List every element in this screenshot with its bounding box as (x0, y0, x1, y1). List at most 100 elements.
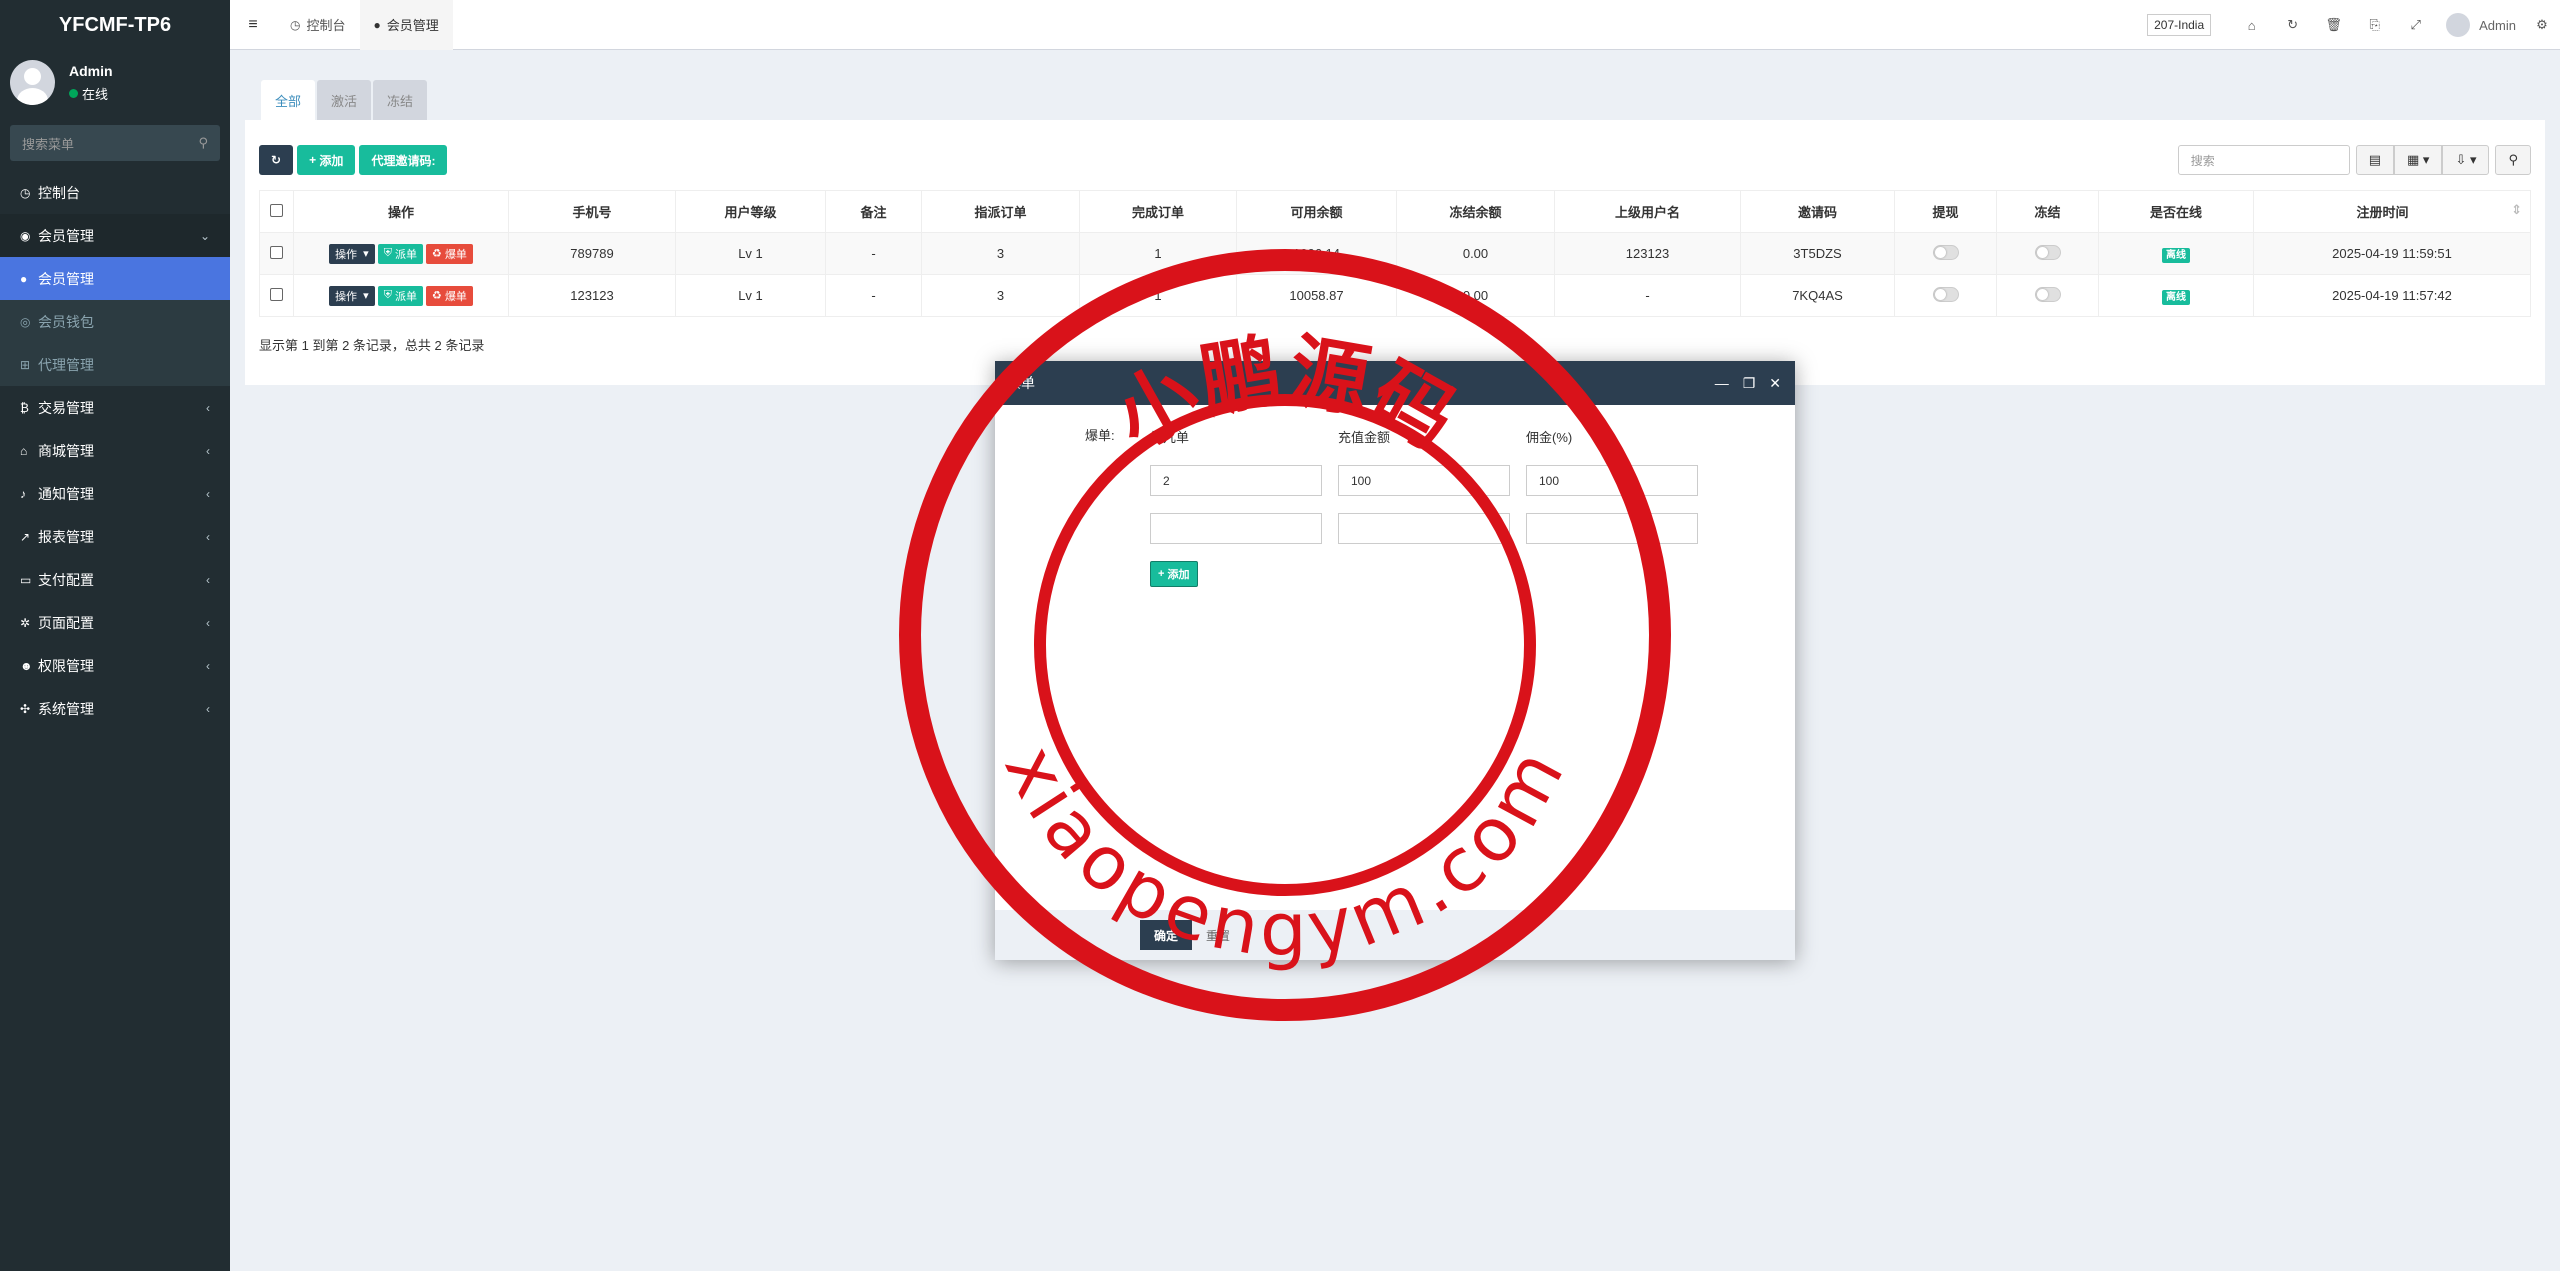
refresh-icon[interactable]: ↻ (2272, 17, 2313, 33)
col-frozen[interactable]: 冻结余额 (1396, 190, 1555, 233)
sidebar-item-page-config[interactable]: ✲ 页面配置 ‹ (0, 601, 230, 644)
export-button[interactable]: ⇩ ▾ (2442, 145, 2490, 175)
top-user-menu[interactable]: Admin (2446, 13, 2516, 37)
freeze-toggle[interactable] (2034, 244, 2061, 260)
commission-input-empty[interactable] (1526, 513, 1698, 544)
refresh-button[interactable]: ↻ (259, 145, 294, 175)
add-row-button[interactable]: + 添加 (1150, 561, 1198, 587)
tab-members[interactable]: ● 会员管理 (359, 0, 453, 50)
action-dropdown-button[interactable]: 操作 ▾ (329, 243, 375, 264)
col-phone[interactable]: 手机号 (508, 190, 676, 233)
avatar (10, 60, 55, 105)
row-checkbox[interactable] (270, 245, 283, 259)
menu-toggle-icon[interactable]: ≡ (230, 16, 276, 34)
order-no-input[interactable]: 2 (1150, 465, 1322, 496)
freeze-toggle[interactable] (2034, 286, 2061, 302)
col-withdraw[interactable]: 提现 (1894, 190, 1997, 233)
chevron-left-icon: ‹ (206, 486, 210, 501)
col-note[interactable]: 备注 (825, 190, 922, 233)
reset-button[interactable]: 重置 (1206, 927, 1230, 944)
add-button[interactable]: + 添加 (297, 145, 356, 175)
confirm-button[interactable]: 确定 (1140, 920, 1193, 950)
search-icon[interactable]: ⚲ (198, 135, 208, 151)
action-dropdown-button[interactable]: 操作 ▾ (329, 285, 375, 306)
sidebar-item-shop[interactable]: ⌂ 商城管理 ‹ (0, 429, 230, 472)
close-icon[interactable]: ✕ (1769, 375, 1781, 392)
col-code[interactable]: 邀请码 (1740, 190, 1895, 233)
burst-button[interactable]: ♻ 爆单 (426, 243, 473, 264)
chevron-left-icon: ‹ (206, 443, 210, 458)
burst-button[interactable]: ♻ 爆单 (426, 285, 473, 306)
order-no-input-empty[interactable] (1150, 513, 1322, 544)
sidebar-item-notify[interactable]: ♪ 通知管理 ‹ (0, 472, 230, 515)
assign-button[interactable]: ⛨ 派单 (377, 285, 424, 306)
amount-input-empty[interactable] (1338, 513, 1510, 544)
sidebar-search-input[interactable]: 搜索菜单 ⚲ (10, 125, 220, 161)
maximize-icon[interactable]: ❐ (1743, 375, 1756, 392)
dialog-header[interactable]: 爆单 — ❐ ✕ (995, 361, 1795, 405)
sidebar-item-system[interactable]: ✣ 系统管理 ‹ (0, 687, 230, 730)
users-icon: ☻ (20, 658, 33, 673)
sidebar-item-label: 支付配置 (38, 571, 94, 588)
sidebar-item-members[interactable]: ● 会员管理 (0, 257, 230, 300)
sidebar-item-agents[interactable]: ⊞ 代理管理 (0, 343, 230, 386)
withdraw-toggle[interactable] (1932, 244, 1959, 260)
cell-time: 2025-04-19 11:59:51 (2253, 232, 2531, 275)
tab-all[interactable]: 全部 (261, 80, 316, 120)
table-row[interactable]: 操作 ▾ ⛨ 派单 ♻ 爆单 789789 Lv 1 - 3 1 1006.14… (259, 232, 2531, 275)
col-online[interactable]: 是否在线 (2098, 190, 2254, 233)
commission-input[interactable]: 100 (1526, 465, 1698, 496)
row-checkbox[interactable] (270, 287, 283, 301)
sidebar-item-dashboard[interactable]: ◷ 控制台 (0, 171, 230, 214)
col-freeze[interactable]: 冻结 (1996, 190, 2099, 233)
sidebar-item-report[interactable]: ↗ 报表管理 ‹ (0, 515, 230, 558)
col-assigned[interactable]: 指派订单 (921, 190, 1080, 233)
cell-code: 7KQ4AS (1740, 274, 1895, 317)
columns-button[interactable]: ▦ ▾ (2394, 145, 2443, 175)
table-row[interactable]: 操作 ▾ ⛨ 派单 ♻ 爆单 123123 Lv 1 - 3 1 10058.8… (259, 274, 2531, 317)
tab-dashboard[interactable]: ◷ 控制台 (276, 0, 360, 50)
translate-icon[interactable]: ⎘ (2354, 17, 2395, 33)
col-level[interactable]: 用户等级 (675, 190, 826, 233)
download-icon: ⇩ ▾ (2455, 152, 2477, 167)
select-all-cell[interactable] (259, 190, 294, 233)
invite-code-button[interactable]: 代理邀请码: (359, 145, 448, 175)
col-time[interactable]: 注册时间 ⇕ (2253, 190, 2531, 233)
assign-button[interactable]: ⛨ 派单 (377, 243, 424, 264)
col-time-label: 注册时间 (2356, 205, 2409, 220)
chevron-left-icon: ‹ (206, 615, 210, 630)
col-balance[interactable]: 可用余额 (1236, 190, 1397, 233)
sort-icon[interactable]: ⇕ (2511, 202, 2522, 218)
minimize-icon[interactable]: — (1715, 375, 1729, 391)
home-icon[interactable]: ⌂ (2231, 18, 2272, 33)
sidebar: YFCMF-TP6 Admin 在线 搜索菜单 ⚲ ◷ 控制台 ◉ 会员管理 ⌄ ● 会… (0, 0, 230, 1271)
settings-gear-icon[interactable]: ⚙ (2530, 17, 2554, 33)
search-input[interactable]: 搜索 (2177, 145, 2350, 175)
top-user-name: Admin (2479, 17, 2516, 33)
region-select[interactable]: 207-India (2147, 14, 2212, 36)
toggle-view-button[interactable]: ▤ (2355, 145, 2395, 175)
tab-active[interactable]: 激活 (317, 80, 372, 120)
sidebar-item-label: 商城管理 (38, 442, 94, 459)
fullscreen-icon[interactable]: ⤢ (2395, 17, 2436, 33)
trash-icon[interactable]: 🗑 (2313, 17, 2354, 33)
members-table: 操作 手机号 用户等级 备注 指派订单 完成订单 可用余额 冻结余额 上级用户名… (259, 190, 2531, 317)
col-ops[interactable]: 操作 (293, 190, 509, 233)
col-parent[interactable]: 上级用户名 (1554, 190, 1741, 233)
sidebar-item-payment[interactable]: ▭ 支付配置 ‹ (0, 558, 230, 601)
status-badge: 离线 (2162, 248, 2190, 263)
card-icon: ▭ (20, 572, 32, 587)
select-all-checkbox[interactable] (270, 203, 283, 217)
chevron-left-icon: ‹ (206, 572, 210, 587)
advanced-search-button[interactable]: ⚲ (2495, 145, 2531, 175)
sidebar-item-wallet[interactable]: ◎ 会员钱包 (0, 300, 230, 343)
withdraw-toggle[interactable] (1932, 286, 1959, 302)
sidebar-item-member-mgmt[interactable]: ◉ 会员管理 ⌄ (0, 214, 230, 257)
col-done[interactable]: 完成订单 (1079, 190, 1237, 233)
sidebar-item-permission[interactable]: ☻ 权限管理 ‹ (0, 644, 230, 687)
app-logo[interactable]: YFCMF-TP6 (0, 0, 230, 50)
amount-input[interactable]: 100 (1338, 465, 1510, 496)
tab-frozen[interactable]: 冻结 (373, 80, 428, 120)
user-circle-icon: ◉ (20, 228, 31, 243)
sidebar-item-trade[interactable]: ₿ 交易管理 ‹ (0, 386, 230, 429)
